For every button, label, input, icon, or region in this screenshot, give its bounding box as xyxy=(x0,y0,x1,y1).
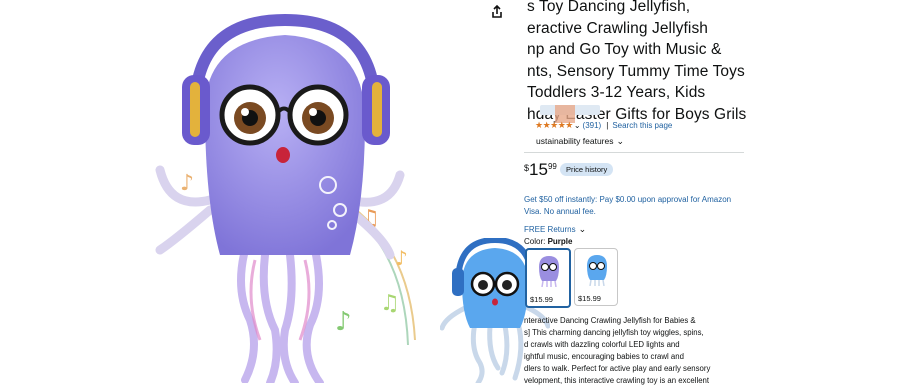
description-line: s] This charming dancing jellyfish toy w… xyxy=(524,328,704,337)
star-rating-icon[interactable]: ★★★★★ xyxy=(535,120,573,131)
svg-text:♪: ♪ xyxy=(335,307,352,337)
product-description: nteractive Dancing Crawling Jellyfish fo… xyxy=(524,315,746,387)
rating-row: ★★★★★ ⌄ (391) | Search this page xyxy=(535,119,672,131)
sustainability-features[interactable]: ustainability features ⌄ xyxy=(536,136,624,147)
svg-text:♪: ♪ xyxy=(395,246,408,270)
purple-toy-thumbnail xyxy=(539,256,559,287)
main-product-image[interactable]: ♫ ♪ ♪ ♫ ♪ xyxy=(150,0,440,383)
description-line: d crawls with dazzling colorful LED ligh… xyxy=(524,340,680,349)
title-line: Toddlers 3-12 Years, Kids xyxy=(527,84,706,102)
color-label-text: Color: xyxy=(524,237,546,246)
search-this-page-link[interactable]: Search this page xyxy=(612,121,672,130)
price-history-button[interactable]: Price history xyxy=(560,163,614,176)
credit-card-offer-link[interactable]: Get $50 off instantly: Pay $0.00 upon ap… xyxy=(524,194,746,218)
chevron-down-icon[interactable]: ⌄ xyxy=(574,121,581,130)
blue-toy-thumbnail xyxy=(587,255,607,286)
divider xyxy=(524,152,744,153)
color-swatch-purple[interactable]: $15.99 xyxy=(525,248,571,308)
chevron-down-icon: ⌄ xyxy=(616,136,625,146)
free-returns[interactable]: FREE Returns ⌄ xyxy=(524,224,586,235)
description-line: velopment, this interactive crawling toy… xyxy=(524,376,710,385)
title-line: np and Go Toy with Music & xyxy=(527,41,722,59)
description-line: dlers to walk. Perfect for active play a… xyxy=(524,364,711,373)
chevron-down-icon: ⌄ xyxy=(578,224,587,234)
price: $ 15 99 xyxy=(524,160,557,180)
rating-count-link[interactable]: (391) xyxy=(583,121,602,130)
swatch-price: $15.99 xyxy=(530,295,553,304)
price-whole: 15 xyxy=(529,160,548,179)
swatch-price: $15.99 xyxy=(578,294,601,303)
selected-color: Purple xyxy=(547,237,573,246)
separator: | xyxy=(606,120,609,130)
free-returns-label: FREE Returns xyxy=(524,225,576,234)
title-line: nts, Sensory Tummy Time Toys xyxy=(527,62,745,80)
title-line: s Toy Dancing Jellyfish, xyxy=(527,0,691,15)
description-line: ightful music, encouraging babies to cra… xyxy=(524,352,684,361)
sustainability-label: ustainability features xyxy=(536,136,614,146)
svg-text:♪: ♪ xyxy=(180,171,194,196)
description-line: nteractive Dancing Crawling Jellyfish fo… xyxy=(524,316,696,325)
share-icon[interactable] xyxy=(489,4,505,20)
price-fraction: 99 xyxy=(547,162,557,171)
color-swatch-blue[interactable]: $15.99 xyxy=(574,248,618,306)
title-line: eractive Crawling Jellyfish xyxy=(527,19,709,37)
color-label: Color: Purple xyxy=(524,237,572,246)
svg-text:♫: ♫ xyxy=(380,291,400,316)
